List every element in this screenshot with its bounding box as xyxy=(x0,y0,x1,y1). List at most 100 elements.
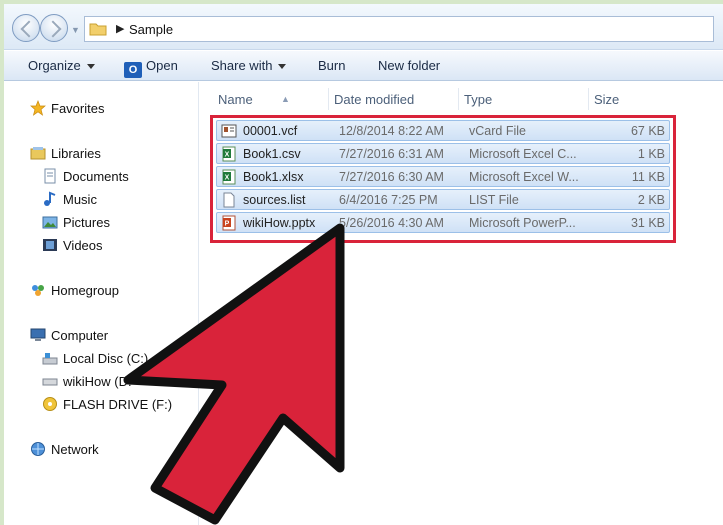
computer-icon xyxy=(30,327,46,343)
share-with-menu[interactable]: Share with xyxy=(211,58,287,73)
nav-label: Documents xyxy=(63,169,129,184)
library-icon xyxy=(30,145,46,161)
nav-favorites[interactable]: Favorites xyxy=(30,100,104,116)
file-size: 67 KB xyxy=(630,124,665,138)
address-bar-area: ▼ ▶ Sample xyxy=(4,4,723,50)
column-header-name[interactable]: Name ▲ xyxy=(218,92,290,107)
new-folder-button[interactable]: New folder xyxy=(378,58,440,73)
column-label: Type xyxy=(464,92,493,107)
documents-icon xyxy=(42,168,58,184)
file-type: Microsoft Excel C... xyxy=(469,147,577,161)
column-divider[interactable] xyxy=(588,88,589,110)
file-row[interactable]: X Book1.csv 7/27/2016 6:31 AM Microsoft … xyxy=(216,143,670,164)
nav-flash-drive[interactable]: FLASH DRIVE (F:) xyxy=(42,396,172,412)
nav-label: Network xyxy=(51,442,99,457)
music-icon xyxy=(42,191,58,207)
sort-up-icon: ▲ xyxy=(281,94,290,104)
file-date: 7/27/2016 6:31 AM xyxy=(339,147,444,161)
breadcrumb-chevron-icon[interactable]: ▶ xyxy=(116,22,124,35)
column-divider[interactable] xyxy=(458,88,459,110)
nav-network[interactable]: Network xyxy=(30,441,99,457)
disc-icon xyxy=(42,396,58,412)
file-date: 6/4/2016 7:25 PM xyxy=(339,193,438,207)
nav-label: Local Disc (C:) xyxy=(63,351,149,366)
powerpoint-icon: P xyxy=(222,215,236,231)
homegroup-icon xyxy=(30,282,46,298)
explorer-window: ▼ ▶ Sample Organize O Open Share with Bur… xyxy=(4,4,723,525)
column-label: Name xyxy=(218,92,253,107)
file-list-pane: Name ▲ Date modified Type Size 00001.vcf… xyxy=(200,82,723,525)
excel-icon: X xyxy=(222,146,236,162)
file-name: Book1.csv xyxy=(243,147,301,161)
back-button[interactable] xyxy=(12,14,40,42)
file-date: 12/8/2014 8:22 AM xyxy=(339,124,444,138)
star-icon xyxy=(30,100,46,116)
svg-text:P: P xyxy=(225,221,230,228)
nav-music[interactable]: Music xyxy=(42,191,97,207)
column-label: Date modified xyxy=(334,92,415,107)
svg-text:X: X xyxy=(225,152,230,159)
column-header-size[interactable]: Size xyxy=(594,92,619,107)
file-size: 11 KB xyxy=(631,170,665,184)
nav-videos[interactable]: Videos xyxy=(42,237,103,253)
navigation-pane: Favorites Libraries Documents Music Pict… xyxy=(4,82,199,525)
nav-homegroup[interactable]: Homegroup xyxy=(30,282,119,298)
column-label: Size xyxy=(594,92,620,107)
breadcrumb-current[interactable]: Sample xyxy=(129,22,173,37)
open-button[interactable]: O Open xyxy=(124,58,178,78)
file-type: Microsoft PowerP... xyxy=(469,216,576,230)
file-row[interactable]: X Book1.xlsx 7/27/2016 6:30 AM Microsoft… xyxy=(216,166,670,187)
column-divider[interactable] xyxy=(328,88,329,110)
excel-icon: X xyxy=(222,169,236,185)
drive-icon xyxy=(42,350,58,366)
column-header-type[interactable]: Type xyxy=(464,92,492,107)
nav-libraries[interactable]: Libraries xyxy=(30,145,101,161)
network-icon xyxy=(30,441,46,457)
burn-label: Burn xyxy=(318,58,346,73)
history-dropdown-icon[interactable]: ▼ xyxy=(71,25,80,35)
burn-button[interactable]: Burn xyxy=(318,58,345,73)
file-size: 2 KB xyxy=(637,193,665,207)
organize-label: Organize xyxy=(28,58,81,73)
file-name: Book1.xlsx xyxy=(243,170,304,184)
file-size: 31 KB xyxy=(630,216,665,230)
new-folder-label: New folder xyxy=(378,58,441,73)
file-type: LIST File xyxy=(469,193,519,207)
share-label: Share with xyxy=(211,58,273,73)
nav-computer[interactable]: Computer xyxy=(30,327,108,343)
nav-label: wikiHow (D: xyxy=(63,374,132,389)
chevron-down-icon xyxy=(278,64,287,70)
svg-text:X: X xyxy=(225,175,230,182)
file-name: 00001.vcf xyxy=(243,124,298,138)
file-date: 7/27/2016 6:30 AM xyxy=(339,170,444,184)
file-size: 1 KB xyxy=(637,147,665,161)
nav-label: Music xyxy=(63,192,97,207)
file-type: Microsoft Excel W... xyxy=(469,170,579,184)
nav-label: Favorites xyxy=(51,101,105,116)
nav-label: Computer xyxy=(51,328,109,343)
nav-label: Libraries xyxy=(51,146,101,161)
file-type: vCard File xyxy=(469,124,526,138)
pictures-icon xyxy=(42,214,58,230)
file-row[interactable]: 00001.vcf 12/8/2014 8:22 AM vCard File 6… xyxy=(216,120,670,141)
forward-button[interactable] xyxy=(40,14,68,42)
nav-label: Videos xyxy=(63,238,103,253)
open-label: Open xyxy=(146,58,178,73)
nav-local-disc[interactable]: Local Disc (C:) xyxy=(42,350,148,366)
command-bar: Organize O Open Share with Burn New folde… xyxy=(4,51,723,81)
nav-label: Homegroup xyxy=(51,283,119,298)
file-date: 5/26/2016 4:30 AM xyxy=(339,216,444,230)
nav-label: Pictures xyxy=(63,215,110,230)
nav-wikihow-drive[interactable]: wikiHow (D: xyxy=(42,373,132,389)
videos-icon xyxy=(42,237,58,253)
organize-menu[interactable]: Organize xyxy=(28,58,95,73)
file-name: wikiHow.pptx xyxy=(243,216,316,230)
nav-documents[interactable]: Documents xyxy=(42,168,129,184)
folder-icon xyxy=(89,23,107,36)
file-row[interactable]: sources.list 6/4/2016 7:25 PM LIST File … xyxy=(216,189,670,210)
address-box[interactable]: ▶ Sample xyxy=(84,16,714,42)
usb-drive-icon xyxy=(42,373,58,389)
nav-pictures[interactable]: Pictures xyxy=(42,214,110,230)
column-header-date[interactable]: Date modified xyxy=(334,92,414,107)
file-row[interactable]: P wikiHow.pptx 5/26/2016 4:30 AM Microso… xyxy=(216,212,670,233)
